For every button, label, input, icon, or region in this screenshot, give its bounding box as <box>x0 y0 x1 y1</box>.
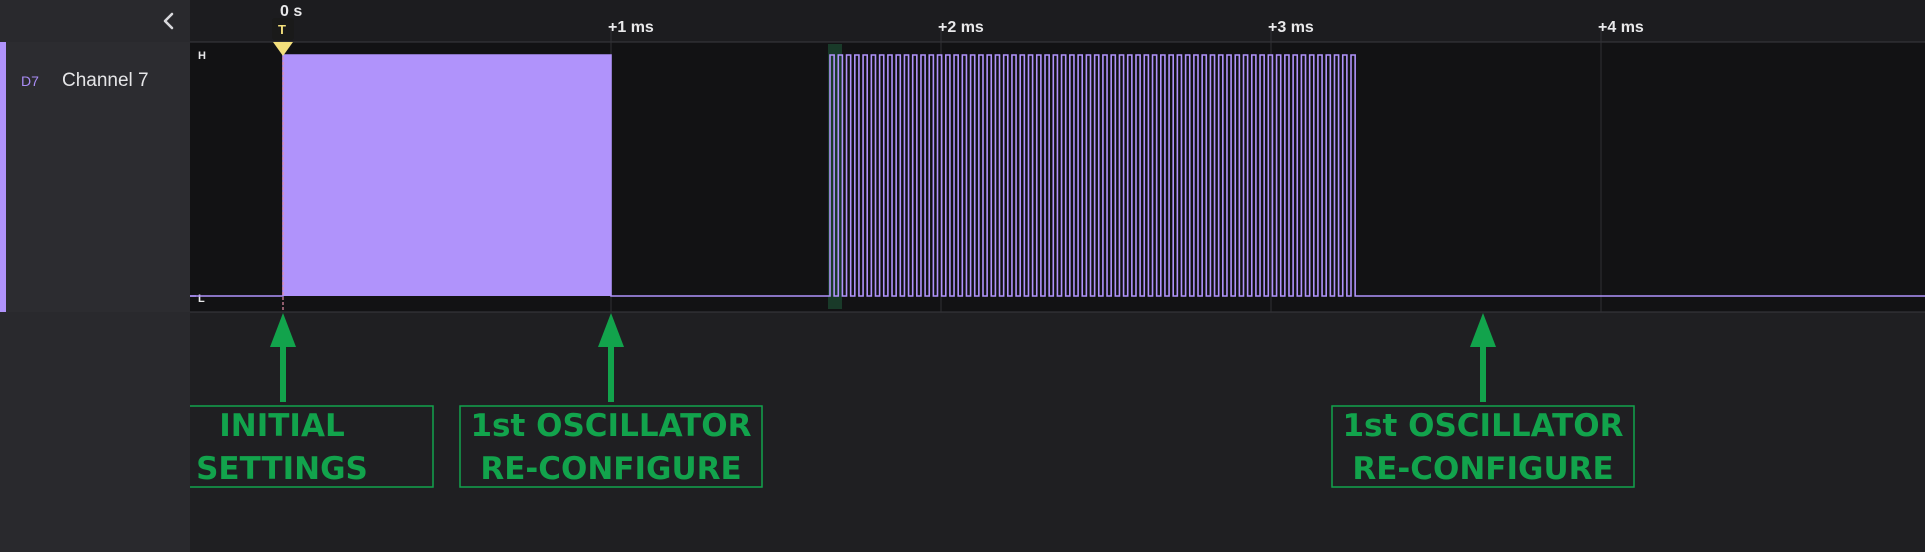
time-tick-label: +2 ms <box>938 19 984 36</box>
up-arrow-icon <box>598 313 624 347</box>
channel-row[interactable]: D7 Channel 7 <box>0 42 190 312</box>
time-tick-label: +3 ms <box>1268 19 1314 36</box>
collapse-panel-button[interactable] <box>156 8 182 34</box>
annotation-initial-settings: INITIAL SETTINGS <box>190 405 434 488</box>
time-tick-label: +1 ms <box>608 19 654 36</box>
annotation-line: 1st OSCILLATOR <box>1342 408 1623 444</box>
high-level-label: H <box>198 50 206 62</box>
annotation-oscillator-reconfigure-2: 1st OSCILLATOR RE-CONFIGURE <box>1331 405 1635 488</box>
annotation-line: SETTINGS <box>196 451 368 487</box>
channel-panel: D7 Channel 7 <box>0 0 190 552</box>
up-arrow-icon <box>270 313 296 347</box>
low-level-label: L <box>198 293 205 305</box>
annotation-line: 1st OSCILLATOR <box>470 408 751 444</box>
channel-color-strip <box>0 42 6 312</box>
annotation-oscillator-reconfigure-1: 1st OSCILLATOR RE-CONFIGURE <box>459 405 763 488</box>
up-arrow-icon <box>1470 313 1496 347</box>
annotation-arrows <box>270 313 1496 402</box>
annotation-line: RE-CONFIGURE <box>1352 451 1613 487</box>
time-origin-label: 0 s <box>280 3 302 20</box>
waveform-canvas[interactable]: 0 s +1 ms +2 ms +3 ms +4 ms H L T INITIA… <box>190 0 1925 552</box>
annotation-line: RE-CONFIGURE <box>480 451 741 487</box>
high-pulse-fill <box>283 55 611 296</box>
channel-id: D7 <box>21 73 39 89</box>
timeline-header[interactable] <box>190 0 1925 42</box>
logic-analyzer-window: D7 Channel 7 0 s +1 ms +2 ms +3 ms +4 ms… <box>0 0 1925 552</box>
time-tick-label: +4 ms <box>1598 19 1644 36</box>
chevron-left-icon <box>163 12 174 30</box>
channel-name[interactable]: Channel 7 <box>62 70 149 92</box>
trigger-label: T <box>278 22 286 37</box>
annotation-line: INITIAL <box>219 408 344 444</box>
waveform-area[interactable]: 0 s +1 ms +2 ms +3 ms +4 ms H L T INITIA… <box>190 0 1925 552</box>
